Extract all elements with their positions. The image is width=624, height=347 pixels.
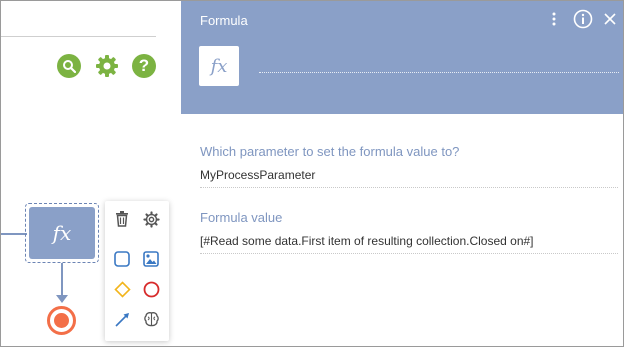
- arrow-head-icon: [56, 295, 68, 303]
- end-event-dot: [54, 313, 69, 328]
- formula-node[interactable]: fx: [25, 203, 99, 263]
- parameter-field-label: Which parameter to set the formula value…: [200, 144, 460, 159]
- panel-title: Formula: [200, 13, 248, 28]
- parameter-field-value[interactable]: MyProcessParameter: [200, 168, 618, 188]
- formula-value-label: Formula value: [200, 210, 283, 225]
- sequence-flow-in[interactable]: [1, 233, 27, 235]
- info-icon[interactable]: [572, 9, 593, 29]
- process-canvas[interactable]: ? fx: [1, 1, 181, 346]
- connector-arrow-icon[interactable]: [111, 308, 133, 330]
- search-icon[interactable]: [57, 54, 81, 78]
- brain-icon[interactable]: [140, 308, 162, 330]
- gateway-diamond-icon[interactable]: [111, 278, 133, 300]
- canvas-divider: [1, 36, 156, 37]
- gear-icon[interactable]: [140, 208, 162, 230]
- formula-node-label: fx: [29, 207, 95, 259]
- panel-header: Formula fx: [181, 1, 623, 114]
- formula-element-icon: fx: [199, 46, 239, 86]
- formula-properties-panel: Formula fx Which parameter to set the fo…: [181, 1, 623, 346]
- element-name-input[interactable]: [259, 55, 619, 73]
- more-menu-icon[interactable]: [549, 9, 559, 29]
- image-task-icon[interactable]: [140, 248, 162, 270]
- help-icon[interactable]: ?: [132, 54, 156, 78]
- formula-value-field[interactable]: [#Read some data.First item of resulting…: [200, 234, 618, 254]
- close-icon[interactable]: [602, 9, 618, 29]
- sequence-flow-out[interactable]: [61, 263, 63, 299]
- task-square-icon[interactable]: [111, 248, 133, 270]
- element-palette: [105, 201, 169, 341]
- app-window: ? fx Formula fx Which parameter to set t…: [0, 0, 624, 347]
- trash-icon[interactable]: [111, 208, 133, 230]
- gear-icon[interactable]: [95, 54, 119, 78]
- end-event-circle-icon[interactable]: [140, 278, 162, 300]
- end-event[interactable]: [47, 306, 76, 335]
